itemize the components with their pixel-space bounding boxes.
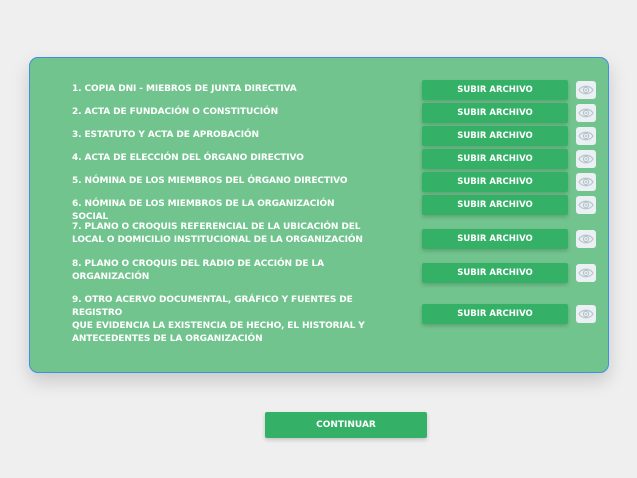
eye-icon[interactable] bbox=[576, 305, 596, 323]
upload-file-button[interactable]: SUBIR ARCHIVO bbox=[422, 126, 568, 146]
eye-icon[interactable] bbox=[576, 150, 596, 168]
document-label: 4. ACTA DE ELECCIÓN DEL ÓRGANO DIRECTIVO bbox=[72, 153, 304, 163]
upload-file-button[interactable]: SUBIR ARCHIVO bbox=[422, 80, 568, 100]
upload-file-button[interactable]: SUBIR ARCHIVO bbox=[422, 195, 568, 215]
eye-icon[interactable] bbox=[576, 81, 596, 99]
upload-file-button[interactable]: SUBIR ARCHIVO bbox=[422, 149, 568, 169]
upload-file-button[interactable]: SUBIR ARCHIVO bbox=[422, 172, 568, 192]
upload-file-button[interactable]: SUBIR ARCHIVO bbox=[422, 229, 568, 249]
document-label: 9. OTRO ACERVO DOCUMENTAL, GRÁFICO Y FUE… bbox=[72, 295, 365, 344]
eye-icon[interactable] bbox=[576, 127, 596, 145]
document-label: 5. NÓMINA DE LOS MIEMBROS DEL ÓRGANO DIR… bbox=[72, 176, 348, 186]
upload-file-button[interactable]: SUBIR ARCHIVO bbox=[422, 263, 568, 283]
document-label: 3. ESTATUTO Y ACTA DE APROBACIÓN bbox=[72, 130, 259, 140]
document-label: 2. ACTA DE FUNDACIÓN O CONSTITUCIÓN bbox=[72, 107, 278, 117]
eye-icon[interactable] bbox=[576, 173, 596, 191]
document-label: 8. PLANO O CROQUIS DEL RADIO DE ACCIÓN D… bbox=[72, 259, 324, 282]
upload-file-button[interactable]: SUBIR ARCHIVO bbox=[422, 304, 568, 324]
upload-file-button[interactable]: SUBIR ARCHIVO bbox=[422, 103, 568, 123]
document-label: 1. COPIA DNI - MIEBROS DE JUNTA DIRECTIV… bbox=[72, 84, 297, 94]
eye-icon[interactable] bbox=[576, 104, 596, 122]
document-label: 7. PLANO O CROQUIS REFERENCIAL DE LA UBI… bbox=[72, 222, 363, 245]
documents-card: 1. COPIA DNI - MIEBROS DE JUNTA DIRECTIV… bbox=[29, 57, 609, 373]
eye-icon[interactable] bbox=[576, 230, 596, 248]
eye-icon[interactable] bbox=[576, 196, 596, 214]
continue-button[interactable]: CONTINUAR bbox=[265, 412, 427, 438]
eye-icon[interactable] bbox=[576, 264, 596, 282]
